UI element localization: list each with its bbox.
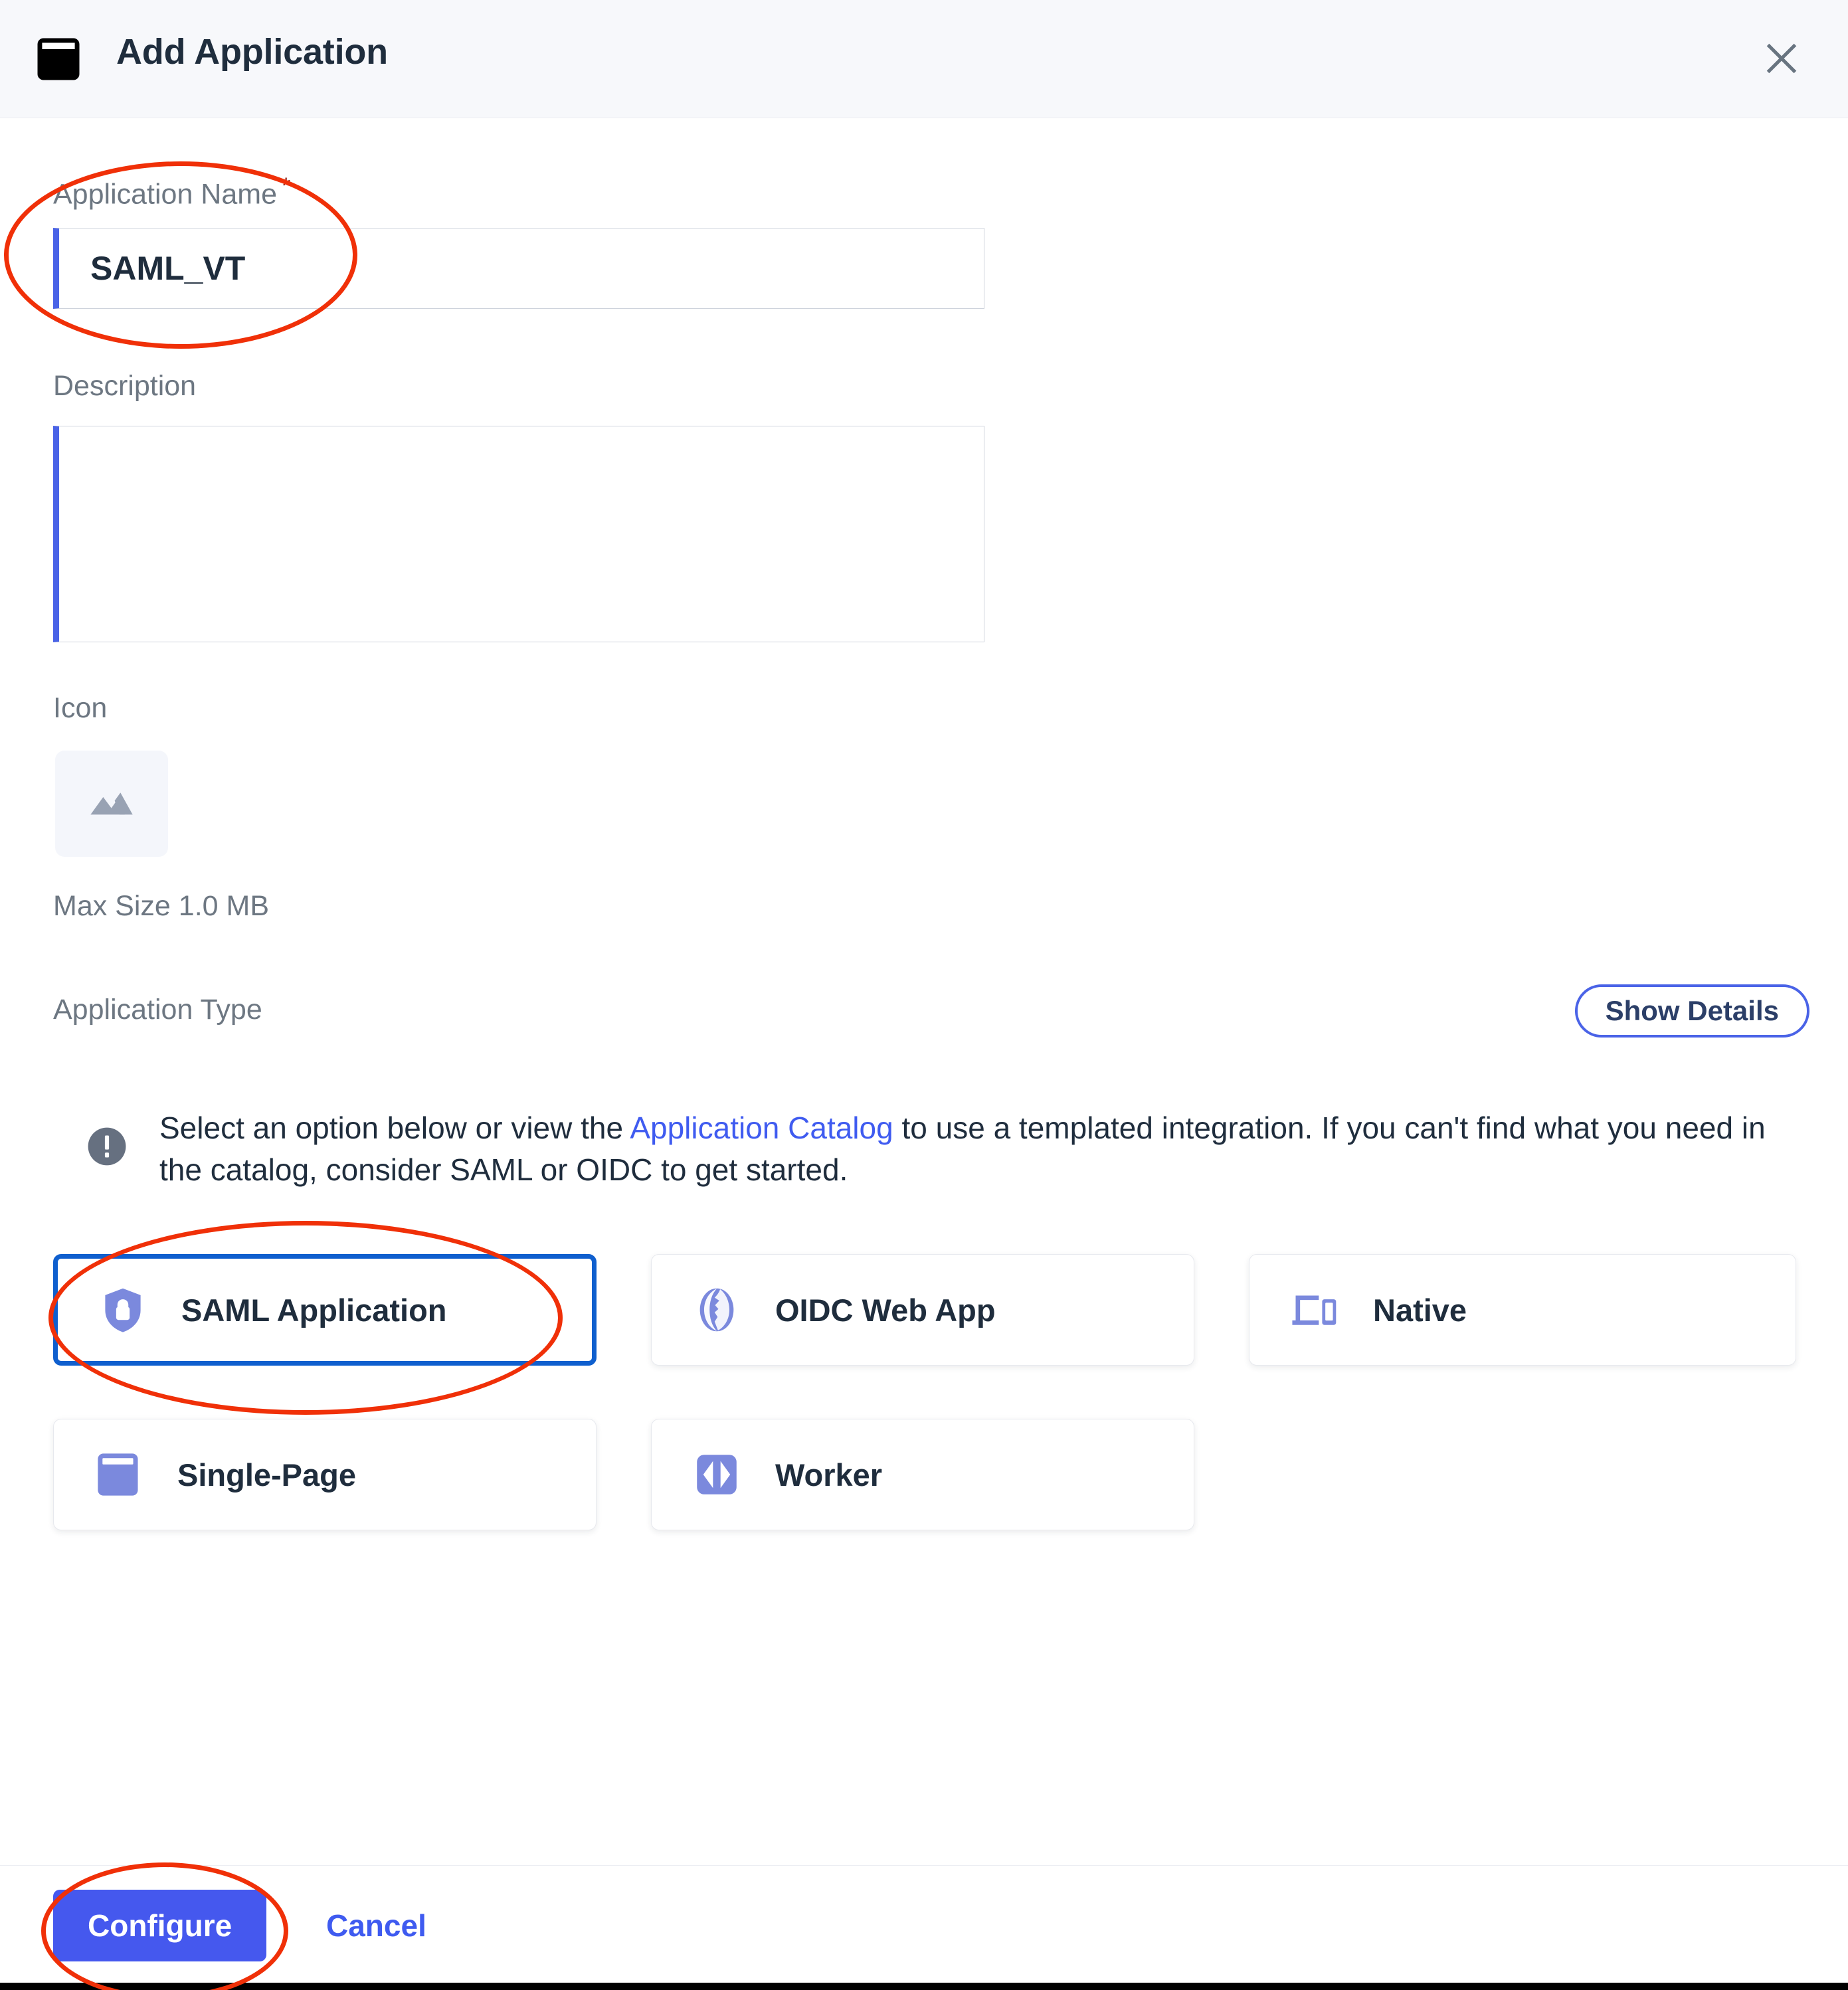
show-details-button[interactable]: Show Details (1574, 984, 1809, 1038)
app-type-card-label: OIDC Web App (775, 1292, 996, 1328)
add-application-modal: Add Application Application Name* Descri… (0, 0, 1848, 1990)
app-type-card-label: Worker (775, 1457, 883, 1492)
app-name-label: Application Name * (53, 173, 290, 211)
modal-footer (0, 1865, 1848, 1983)
browser-window-icon (37, 35, 80, 83)
info-banner: Select an option below or view the Appli… (86, 1107, 1774, 1192)
app-type-card-native[interactable]: Native (1249, 1254, 1796, 1366)
info-exclamation-icon (86, 1126, 128, 1167)
modal-header: Add Application (0, 0, 1848, 118)
app-type-card-oidc-web-app[interactable]: OIDC Web App (651, 1254, 1194, 1366)
app-type-card-label: SAML Application (181, 1292, 447, 1328)
close-icon[interactable] (1755, 32, 1808, 85)
page-title: Add Application (116, 32, 388, 72)
icon-max-size-text: Max Size 1.0 MB (53, 890, 269, 922)
info-text-before: Select an option below or view the (159, 1111, 630, 1145)
image-placeholder-icon (85, 776, 138, 832)
shield-lock-icon (98, 1285, 148, 1335)
icon-upload-dropzone[interactable] (55, 751, 168, 857)
required-asterisk: * (282, 173, 291, 199)
app-type-card-single-page[interactable]: Single-Page (53, 1419, 597, 1530)
application-catalog-link[interactable]: Application Catalog (630, 1111, 893, 1145)
devices-icon (1289, 1285, 1340, 1335)
app-name-label-text: Application Name (53, 178, 278, 211)
code-brackets-icon (692, 1449, 742, 1500)
icon-label: Icon (53, 692, 108, 724)
app-type-card-label: Single-Page (177, 1457, 357, 1492)
app-type-card-worker[interactable]: Worker (651, 1419, 1194, 1530)
configure-button[interactable]: Configure (53, 1890, 267, 1961)
description-input[interactable] (53, 426, 984, 642)
description-label: Description (53, 370, 197, 402)
globe-icon (692, 1285, 742, 1335)
app-type-card-label: Native (1373, 1292, 1467, 1328)
info-banner-text: Select an option below or view the Appli… (159, 1107, 1774, 1192)
bottom-bar (0, 1983, 1848, 1990)
cancel-button[interactable]: Cancel (322, 1890, 430, 1961)
application-type-label: Application Type (53, 994, 262, 1026)
browser-window-icon (94, 1449, 144, 1500)
app-name-input[interactable] (53, 228, 984, 309)
app-type-card-saml-application[interactable]: SAML Application (53, 1254, 597, 1366)
